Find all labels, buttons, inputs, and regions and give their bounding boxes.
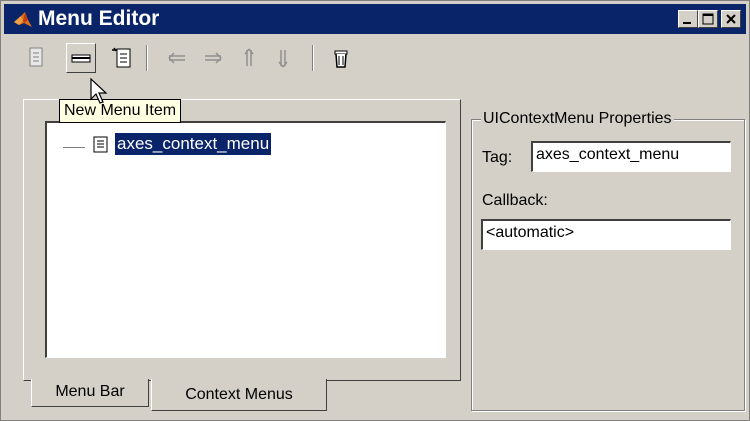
window-title: Menu Editor [38,7,160,30]
maximize-icon [702,13,714,25]
toolbar [4,37,746,77]
move-left-icon [168,52,185,64]
toolbar-separator [312,45,314,71]
menu-item-button[interactable] [22,43,52,73]
menu-tree[interactable]: axes_context_menu [45,121,446,358]
maximize-button[interactable] [698,10,718,28]
minimize-button[interactable] [678,10,698,28]
tree-connector [63,147,85,148]
menu-item-icon [29,47,43,67]
matlab-icon [14,12,32,27]
menu-editor-window: Menu Editor axes_context_menu Menu Bar C… [0,0,750,421]
callback-field[interactable]: <automatic> [481,219,731,250]
new-context-menu-button[interactable] [108,43,138,73]
tab-menu-bar[interactable]: Menu Bar [31,379,149,407]
minimize-icon [683,22,691,24]
new-menu-item-icon [71,54,91,63]
move-down-button[interactable] [268,43,298,73]
new-context-menu-icon [112,47,131,68]
tooltip: New Menu Item [59,99,182,123]
callback-label: Callback: [482,192,548,209]
tab-context-menus[interactable]: Context Menus [151,379,327,411]
title-bar[interactable]: Menu Editor [4,4,746,34]
move-left-button[interactable] [162,43,192,73]
move-up-button[interactable] [234,43,264,73]
delete-icon [334,50,348,68]
properties-group-title: UIContextMenu Properties [481,109,674,129]
delete-button[interactable] [326,43,356,73]
close-icon [726,14,736,24]
new-menu-item-button[interactable] [66,43,96,73]
move-right-button[interactable] [198,43,228,73]
close-button[interactable] [721,10,741,28]
mouse-cursor-icon [90,77,108,104]
context-menu-node-icon [93,136,108,153]
move-up-icon [244,48,254,66]
move-down-icon [278,50,288,68]
tag-label: Tag: [482,149,513,166]
move-right-icon [205,52,222,64]
tag-field[interactable]: axes_context_menu [531,141,731,172]
tree-item-label: axes_context_menu [115,133,272,155]
toolbar-separator [146,45,148,71]
